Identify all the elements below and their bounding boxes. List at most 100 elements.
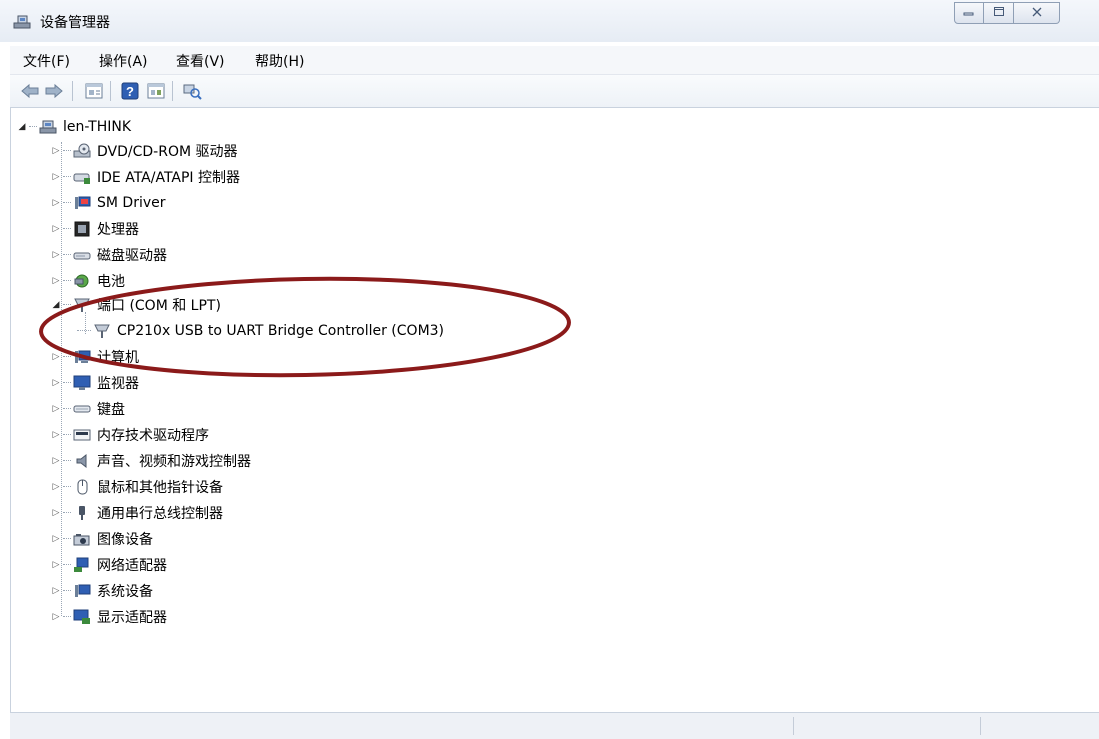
mouse-icon xyxy=(73,479,91,495)
computer-root-icon xyxy=(39,119,57,135)
tree-item-processor[interactable]: ▷ 处理器 xyxy=(51,218,139,240)
device-tree[interactable]: ◢ len-THINK ▷ DVD/CD-ROM 驱动器 ▷ IDE ATA/A… xyxy=(10,108,1099,712)
port-icon xyxy=(73,297,91,313)
expand-arrow-icon[interactable]: ▷ xyxy=(51,560,61,570)
expand-arrow-icon[interactable]: ▷ xyxy=(51,508,61,518)
expand-arrow-icon[interactable]: ▷ xyxy=(51,534,61,544)
toolbar-separator xyxy=(72,81,73,101)
tree-connector xyxy=(63,538,71,540)
tree-item-disk-drive[interactable]: ▷ 磁盘驱动器 xyxy=(51,244,167,266)
tree-item-memory-technology[interactable]: ▷ 内存技术驱动程序 xyxy=(51,424,209,446)
expand-arrow-icon[interactable]: ▷ xyxy=(51,378,61,388)
tree-item-display-adapter[interactable]: ▷ 显示适配器 xyxy=(51,606,167,628)
back-arrow-icon[interactable] xyxy=(18,79,42,103)
port-device-icon xyxy=(93,323,111,339)
expand-arrow-icon[interactable]: ▷ xyxy=(51,146,61,156)
minimize-button[interactable] xyxy=(954,2,984,24)
memory-icon xyxy=(73,427,91,443)
network-adapter-icon xyxy=(73,557,91,573)
tree-connector xyxy=(63,202,71,204)
tree-connector xyxy=(63,486,71,488)
expand-arrow-icon[interactable]: ▷ xyxy=(51,250,61,260)
expand-arrow-icon[interactable]: ▷ xyxy=(51,276,61,286)
collapse-arrow-icon[interactable]: ◢ xyxy=(51,300,61,310)
tree-item-network-adapter[interactable]: ▷ 网络适配器 xyxy=(51,554,167,576)
status-bar-separator xyxy=(980,717,981,735)
help-icon[interactable]: ? xyxy=(118,79,142,103)
scan-hardware-icon[interactable] xyxy=(180,79,204,103)
tree-item-battery[interactable]: ▷ 电池 xyxy=(51,270,125,292)
tree-item-label: 端口 (COM 和 LPT) xyxy=(97,298,221,314)
tree-item-monitor[interactable]: ▷ 监视器 xyxy=(51,372,139,394)
tree-item-keyboard[interactable]: ▷ 键盘 xyxy=(51,398,125,420)
caption-buttons xyxy=(954,2,1060,24)
maximize-button[interactable] xyxy=(984,2,1014,24)
usb-icon xyxy=(73,505,91,521)
tree-item-sound-video[interactable]: ▷ 声音、视频和游戏控制器 xyxy=(51,450,251,472)
camera-icon xyxy=(73,531,91,547)
expand-arrow-icon[interactable]: ▷ xyxy=(51,198,61,208)
tree-item-usb-controller[interactable]: ▷ 通用串行总线控制器 xyxy=(51,502,223,524)
tree-item-label: SM Driver xyxy=(97,195,166,211)
tree-item-ide-controller[interactable]: ▷ IDE ATA/ATAPI 控制器 xyxy=(51,166,240,188)
title-bar[interactable]: 设备管理器 xyxy=(0,0,1099,42)
tree-connector xyxy=(63,304,71,306)
tree-connector xyxy=(63,564,71,566)
minimize-icon xyxy=(963,7,975,20)
tree-item-mouse[interactable]: ▷ 鼠标和其他指针设备 xyxy=(51,476,223,498)
window-title: 设备管理器 xyxy=(40,15,110,31)
properties-icon[interactable] xyxy=(82,79,106,103)
tree-item-label: 图像设备 xyxy=(97,532,153,548)
menu-action[interactable]: 操作(A) xyxy=(99,51,148,71)
tree-root[interactable]: ◢ len-THINK xyxy=(17,116,131,138)
forward-arrow-icon[interactable] xyxy=(42,79,66,103)
tree-item-label: DVD/CD-ROM 驱动器 xyxy=(97,144,238,160)
disk-drive-icon xyxy=(73,247,91,263)
tree-item-dvd-drive[interactable]: ▷ DVD/CD-ROM 驱动器 xyxy=(51,140,238,162)
expand-arrow-icon[interactable]: ▷ xyxy=(51,352,61,362)
tree-connector xyxy=(63,382,71,384)
show-hidden-icon[interactable] xyxy=(144,79,168,103)
tree-item-sm-driver[interactable]: ▷ SM Driver xyxy=(51,192,166,214)
expand-arrow-icon[interactable]: ▷ xyxy=(51,456,61,466)
window-left-border xyxy=(0,42,10,738)
tree-item-system-device[interactable]: ▷ 系统设备 xyxy=(51,580,153,602)
monitor-icon xyxy=(73,375,91,391)
menu-bar: 文件(F) 操作(A) 查看(V) 帮助(H) xyxy=(10,46,1099,75)
tree-connector xyxy=(63,408,71,410)
expand-arrow-icon[interactable]: ▷ xyxy=(51,482,61,492)
svg-text:?: ? xyxy=(126,84,134,99)
status-bar xyxy=(10,712,1099,739)
display-adapter-icon xyxy=(73,609,91,625)
speaker-icon xyxy=(73,453,91,469)
tree-item-label: 磁盘驱动器 xyxy=(97,248,167,264)
tree-item-label: 鼠标和其他指针设备 xyxy=(97,480,223,496)
tree-connector xyxy=(77,330,91,332)
ide-controller-icon xyxy=(73,169,91,185)
menu-help[interactable]: 帮助(H) xyxy=(255,51,304,71)
collapse-arrow-icon[interactable]: ◢ xyxy=(17,122,27,132)
sm-driver-icon xyxy=(73,195,91,211)
expand-arrow-icon[interactable]: ▷ xyxy=(51,404,61,414)
tree-connector xyxy=(63,254,71,256)
tree-item-label: 通用串行总线控制器 xyxy=(97,506,223,522)
expand-arrow-icon[interactable]: ▷ xyxy=(51,224,61,234)
tree-item-ports[interactable]: ◢ 端口 (COM 和 LPT) xyxy=(51,294,221,316)
expand-arrow-icon[interactable]: ▷ xyxy=(51,586,61,596)
tree-connector xyxy=(63,150,71,152)
tree-item-cp210x-port[interactable]: CP210x USB to UART Bridge Controller (CO… xyxy=(77,320,444,342)
expand-arrow-icon[interactable]: ▷ xyxy=(51,172,61,182)
tree-item-label: 声音、视频和游戏控制器 xyxy=(97,454,251,470)
tree-item-computer[interactable]: ▷ 计算机 xyxy=(51,346,139,368)
close-button[interactable] xyxy=(1014,2,1060,24)
tree-item-label: 电池 xyxy=(97,274,125,290)
menu-view[interactable]: 查看(V) xyxy=(176,51,225,71)
expand-arrow-icon[interactable]: ▷ xyxy=(51,430,61,440)
close-icon xyxy=(1031,6,1043,21)
expand-arrow-icon[interactable]: ▷ xyxy=(51,612,61,622)
tree-item-label: 系统设备 xyxy=(97,584,153,600)
tree-item-imaging-device[interactable]: ▷ 图像设备 xyxy=(51,528,153,550)
tree-connector xyxy=(63,590,71,592)
battery-icon xyxy=(73,273,91,289)
menu-file[interactable]: 文件(F) xyxy=(23,51,70,71)
